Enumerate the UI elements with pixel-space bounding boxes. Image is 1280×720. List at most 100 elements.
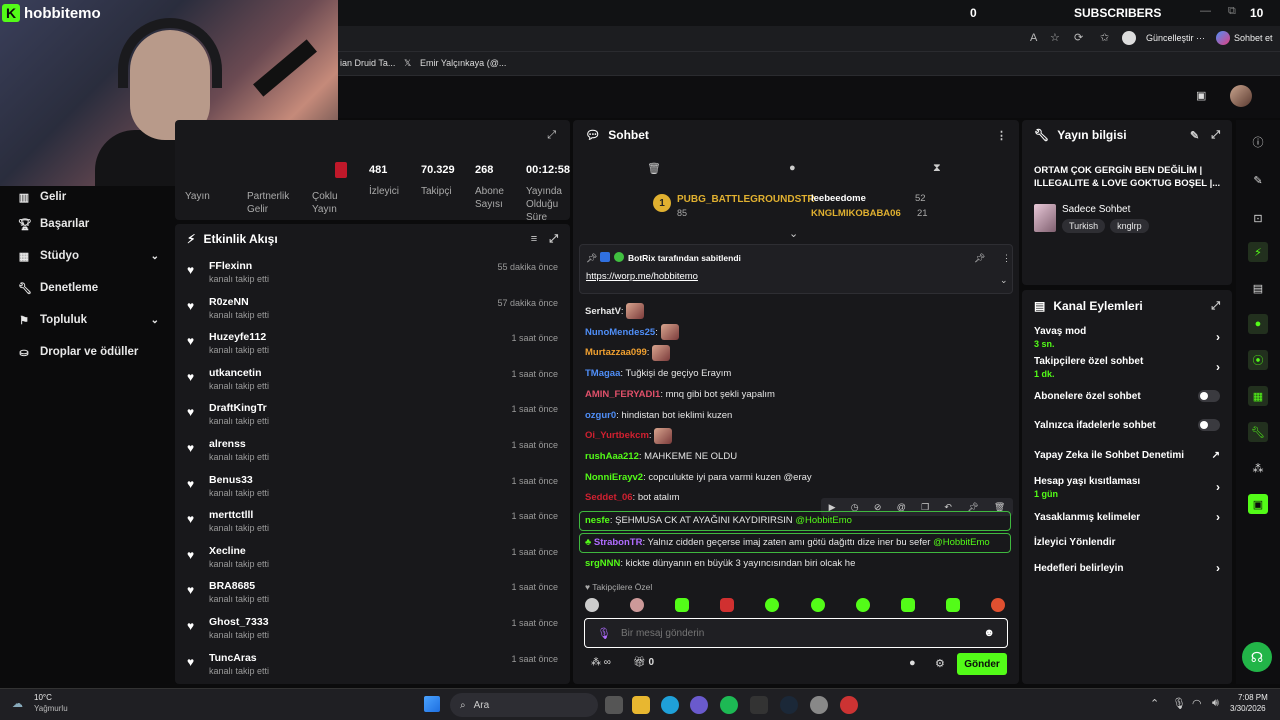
mail-icon[interactable]: ▣ (1196, 89, 1206, 102)
toggle-switch[interactable] (1198, 390, 1220, 402)
list-item[interactable]: ♥ merttctlll kanalı takip etti 1 saat ön… (175, 503, 570, 539)
action-item[interactable]: Hedefleri belirleyin › (1022, 555, 1232, 581)
emote-icon[interactable] (630, 598, 645, 612)
gear-icon[interactable]: ⚙ (935, 657, 945, 670)
action-item[interactable]: Yalnızca ifadelerle sohbet (1022, 410, 1232, 440)
support-icon[interactable]: ☊ (1242, 642, 1272, 672)
wrench-icon[interactable]: 🔧︎ (1248, 422, 1268, 442)
unpin-icon[interactable]: 📌︎ (974, 253, 985, 264)
emote-icon[interactable] (810, 598, 825, 612)
sidebar-item-topluluk[interactable]: ⚑ Topluluk ⌄ (0, 304, 175, 336)
sidebar-item-gelir[interactable]: ▥ Gelir (0, 186, 175, 208)
chat-settings-icon[interactable]: ● (909, 657, 916, 669)
sidebar-item-droplar[interactable]: ⛀ Droplar ve ödüller (0, 336, 175, 368)
list-item[interactable]: ♥ Xecline kanalı takip etti 1 saat önce (175, 539, 570, 575)
pinned-link[interactable]: https://worp.me/hobbitemo (586, 271, 698, 282)
chat-message[interactable]: TMagaa: Tuğkişi de geçiyo Erayım (573, 364, 1019, 385)
highlighted-message[interactable]: ♣ StrabonTR: Yalnız cidden geçerse imaj … (579, 533, 1011, 553)
list-item[interactable]: ♥ alrenss kanalı takip etti 1 saat önce (175, 432, 570, 468)
list-item[interactable]: ♥ Huzeyfe112 kanalı takip etti 1 saat ön… (175, 325, 570, 361)
list-item[interactable]: ♥ Benus33 kanalı takip etti 1 saat önce (175, 468, 570, 504)
toggle-switch[interactable] (1198, 419, 1220, 431)
info-icon[interactable]: ⓘ (1248, 132, 1268, 152)
expand-icon[interactable]: ⌄ (789, 227, 798, 240)
chat-button[interactable]: Sohbet et (1234, 33, 1273, 43)
mic-icon[interactable]: 🎙︎ (597, 627, 611, 640)
terminal-icon[interactable] (750, 696, 768, 714)
extensions-icon[interactable]: ⟳ (1074, 31, 1083, 44)
wifi-icon[interactable]: ◠ (1192, 697, 1202, 710)
edge-icon[interactable] (661, 696, 679, 714)
chevron-up-icon[interactable]: ⌃ (1150, 697, 1159, 710)
profile-icon[interactable] (1122, 31, 1136, 45)
steam-icon[interactable] (780, 696, 798, 714)
emote-icon[interactable] (945, 598, 960, 612)
taskview-icon[interactable] (605, 696, 623, 714)
chat-message[interactable]: Oi_Yurtbekcm: (573, 426, 1019, 447)
chat-icon[interactable]: ● (1248, 314, 1268, 334)
chat-message[interactable]: rushAaa212: MAHKEME NE OLDU (573, 447, 1019, 468)
favorites-bar-icon[interactable]: ✩ (1100, 31, 1109, 44)
chevron-down-icon[interactable]: ⌄ (1000, 275, 1008, 286)
emote-icon[interactable] (585, 598, 599, 612)
chat-icon[interactable]: ● (789, 162, 796, 174)
favorite-icon[interactable]: ☆ (1050, 31, 1060, 44)
more-icon[interactable]: ⋮ (1002, 253, 1011, 264)
emote-icon[interactable] (675, 598, 690, 612)
emoji-icon[interactable]: ☻ (983, 627, 995, 639)
document-icon[interactable]: ▤ (1248, 278, 1268, 298)
action-item[interactable]: Yavaş mod 3 sn. › (1022, 322, 1232, 352)
mic-icon[interactable]: 🎙︎ (1172, 697, 1186, 710)
list-item[interactable]: ♥ utkancetin kanalı takip etti 1 saat ön… (175, 361, 570, 397)
chat-message[interactable]: AMIN_FERYADI1: mnq gibi bot şekli yapalı… (573, 385, 1019, 406)
discord-icon[interactable] (690, 696, 708, 714)
points-icon[interactable]: ⁂ ∞ (591, 657, 611, 668)
share-icon[interactable]: ⁂ (1248, 458, 1268, 478)
bolt-icon[interactable]: ⚡︎ (1248, 242, 1268, 262)
action-item[interactable]: Yapay Zeka ile Sohbet Denetimi ↗ (1022, 440, 1232, 470)
category-name[interactable]: Sadece Sohbet (1062, 204, 1130, 215)
hourglass-icon[interactable]: ⧗ (933, 162, 941, 175)
chat-message[interactable]: NunoMendes25: (573, 323, 1019, 344)
popout-icon[interactable]: ⤢ (547, 129, 556, 142)
sidebar-item-denetleme[interactable]: 🔧︎ Denetleme (0, 272, 175, 304)
chat-message[interactable]: srgNNN: kickte dünyanın en büyük 3 yayın… (573, 554, 1019, 575)
trash-icon[interactable]: 🗑︎ (647, 162, 661, 175)
list-item[interactable]: ♥ Ghost_7333 kanalı takip etti 1 saat ön… (175, 610, 570, 646)
edit-icon[interactable]: ✎ (1190, 129, 1199, 142)
volume-icon[interactable]: 🔊︎ (1212, 697, 1219, 710)
edit-icon[interactable]: ✎ (1248, 170, 1268, 190)
dashboard-icon[interactable]: ▦ (1248, 386, 1268, 406)
action-item[interactable]: Takipçilere özel sohbet 1 dk. › (1022, 352, 1232, 382)
send-button[interactable]: Gönder (957, 653, 1007, 675)
popout-icon[interactable]: ⤢ (549, 233, 558, 246)
app-icon[interactable] (840, 696, 858, 714)
bookmark-1[interactable]: ian Druid Ta... (340, 58, 395, 68)
avatar[interactable] (1230, 85, 1252, 107)
read-aloud-icon[interactable]: A (1030, 32, 1037, 44)
category-thumbnail[interactable] (1034, 204, 1056, 232)
action-item[interactable]: Yasaklanmış kelimeler › (1022, 504, 1232, 530)
windows-start-icon[interactable] (424, 696, 440, 712)
tag[interactable]: Turkish (1062, 219, 1106, 233)
list-item[interactable]: ♥ R0zeNN kanalı takip etti 57 dakika önc… (175, 290, 570, 326)
chat-message[interactable]: ozgur0: hindistan bot ieklimi kuzen (573, 406, 1019, 427)
broadcast-icon[interactable]: ⦿ (1248, 350, 1268, 370)
list-item[interactable]: ♥ DraftKingTr kanalı takip etti 1 saat ö… (175, 396, 570, 432)
action-item[interactable]: İzleyici Yönlendir (1022, 530, 1232, 555)
emote-icon[interactable] (855, 598, 870, 612)
chat-input-box[interactable]: 🎙︎ ☻ (584, 618, 1008, 648)
clapper-icon[interactable]: ▣ (1248, 494, 1268, 514)
emote-icon[interactable] (900, 598, 915, 612)
chat-message[interactable]: Murtazzaa099: (573, 343, 1019, 364)
explorer-icon[interactable] (632, 696, 650, 714)
gift-icon[interactable]: 🎁︎ 0 (633, 657, 654, 668)
more-icon[interactable]: ⋮ (996, 129, 1007, 142)
emote-icon[interactable] (720, 598, 735, 612)
chat-message[interactable]: NonniErayv2: copculukte iyi para varmi k… (573, 468, 1019, 489)
camera-icon[interactable]: ⊡ (1248, 208, 1268, 228)
minimize-icon[interactable]: — (1200, 5, 1211, 17)
popout-icon[interactable]: ⤢ (1211, 300, 1220, 313)
list-item[interactable]: ♥ TuncAras kanalı takip etti 1 saat önce (175, 646, 570, 682)
chat-message[interactable]: SerhatV: (573, 302, 1019, 323)
